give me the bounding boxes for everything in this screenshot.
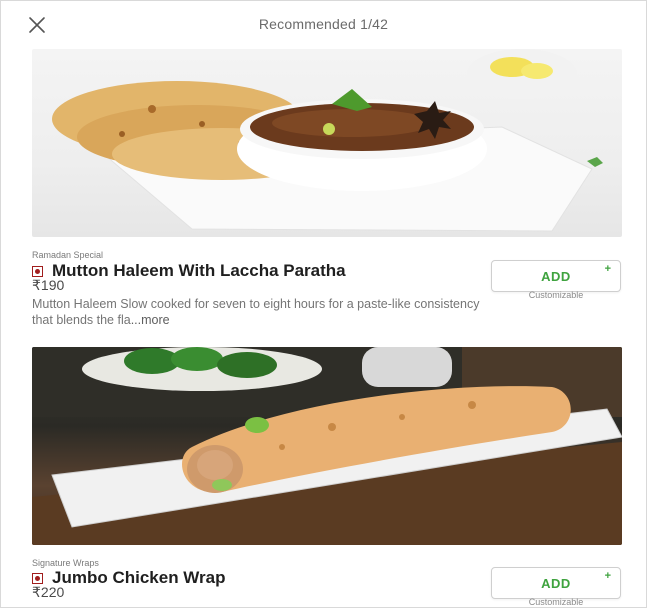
dish-name[interactable]: Mutton Haleem With Laccha Paratha (52, 261, 346, 281)
add-button[interactable]: ADD + (491, 260, 621, 292)
dish-description: Mutton Haleem Slow cooked for seven to e… (32, 296, 492, 328)
dish-image-jumbo-chicken-wrap[interactable] (32, 347, 622, 545)
add-button[interactable]: ADD + (491, 567, 621, 599)
add-label: ADD (541, 576, 571, 591)
dish-tag: Ramadan Special (32, 250, 104, 260)
dish-price: ₹190 (32, 277, 65, 293)
nonveg-icon (32, 265, 43, 277)
plus-icon: + (604, 570, 611, 582)
dish-price: ₹220 (32, 584, 65, 600)
more-link[interactable]: ...more (131, 313, 170, 327)
page-title: Recommended 1/42 (258, 16, 389, 32)
header: Recommended 1/42 (1, 1, 646, 45)
nonveg-icon (32, 572, 43, 584)
customizable-label: Customizable (528, 597, 584, 607)
dish-image-mutton-haleem[interactable] (32, 49, 622, 237)
dish-name-row: Mutton Haleem With Laccha Paratha (32, 261, 346, 281)
add-label: ADD (541, 269, 571, 284)
plus-icon: + (604, 263, 611, 275)
recommendation-sheet: Recommended 1/42 Ramadan Special Mutton … (0, 0, 647, 608)
customizable-label: Customizable (528, 290, 584, 300)
dish-name[interactable]: Jumbo Chicken Wrap (52, 568, 226, 588)
dish-tag: Signature Wraps (32, 558, 99, 568)
description-text: Mutton Haleem Slow cooked for seven to e… (32, 297, 480, 327)
